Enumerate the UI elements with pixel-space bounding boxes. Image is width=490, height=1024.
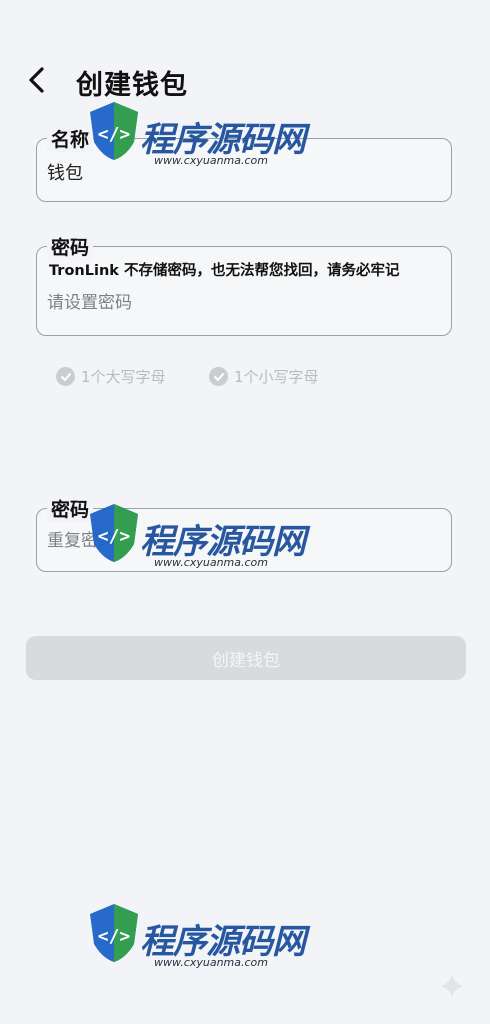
check-icon (56, 367, 75, 386)
shield-logo-icon: </> (90, 504, 138, 562)
svg-text:</>: </> (98, 124, 131, 145)
back-button[interactable] (20, 63, 54, 97)
page-title: 创建钱包 (76, 70, 188, 101)
shield-logo-icon: </> (90, 904, 138, 962)
rule-uppercase: 1个大写字母 (56, 366, 166, 387)
rule-lowercase-label: 1个小写字母 (234, 368, 319, 386)
check-icon (209, 367, 228, 386)
watermark: </> 程序源码网 www.cxyuanma.com (86, 500, 306, 590)
password-label: 密码 (47, 233, 94, 260)
svg-text:</>: </> (98, 526, 131, 547)
watermark-url: www.cxyuanma.com (154, 556, 268, 569)
watermark-url: www.cxyuanma.com (154, 154, 268, 167)
password-hint: TronLink 不存储密码，也无法帮您找回，请务必牢记 (49, 263, 400, 279)
rule-lowercase: 1个小写字母 (209, 366, 319, 387)
chevron-left-icon (29, 67, 44, 93)
shield-logo-icon: </> (90, 102, 138, 160)
create-wallet-button[interactable]: 创建钱包 (26, 636, 466, 680)
watermark-url: www.cxyuanma.com (154, 956, 268, 969)
watermark: </> 程序源码网 www.cxyuanma.com (86, 900, 306, 990)
password-input[interactable] (45, 289, 443, 317)
password-field[interactable]: 密码 TronLink 不存储密码，也无法帮您找回，请务必牢记 (36, 233, 452, 336)
watermark: </> 程序源码网 www.cxyuanma.com (86, 98, 306, 188)
svg-text:</>: </> (98, 926, 131, 947)
rule-uppercase-label: 1个大写字母 (81, 368, 166, 386)
sparkle-icon (440, 974, 464, 998)
wallet-name-value: 钱包 (47, 163, 83, 184)
